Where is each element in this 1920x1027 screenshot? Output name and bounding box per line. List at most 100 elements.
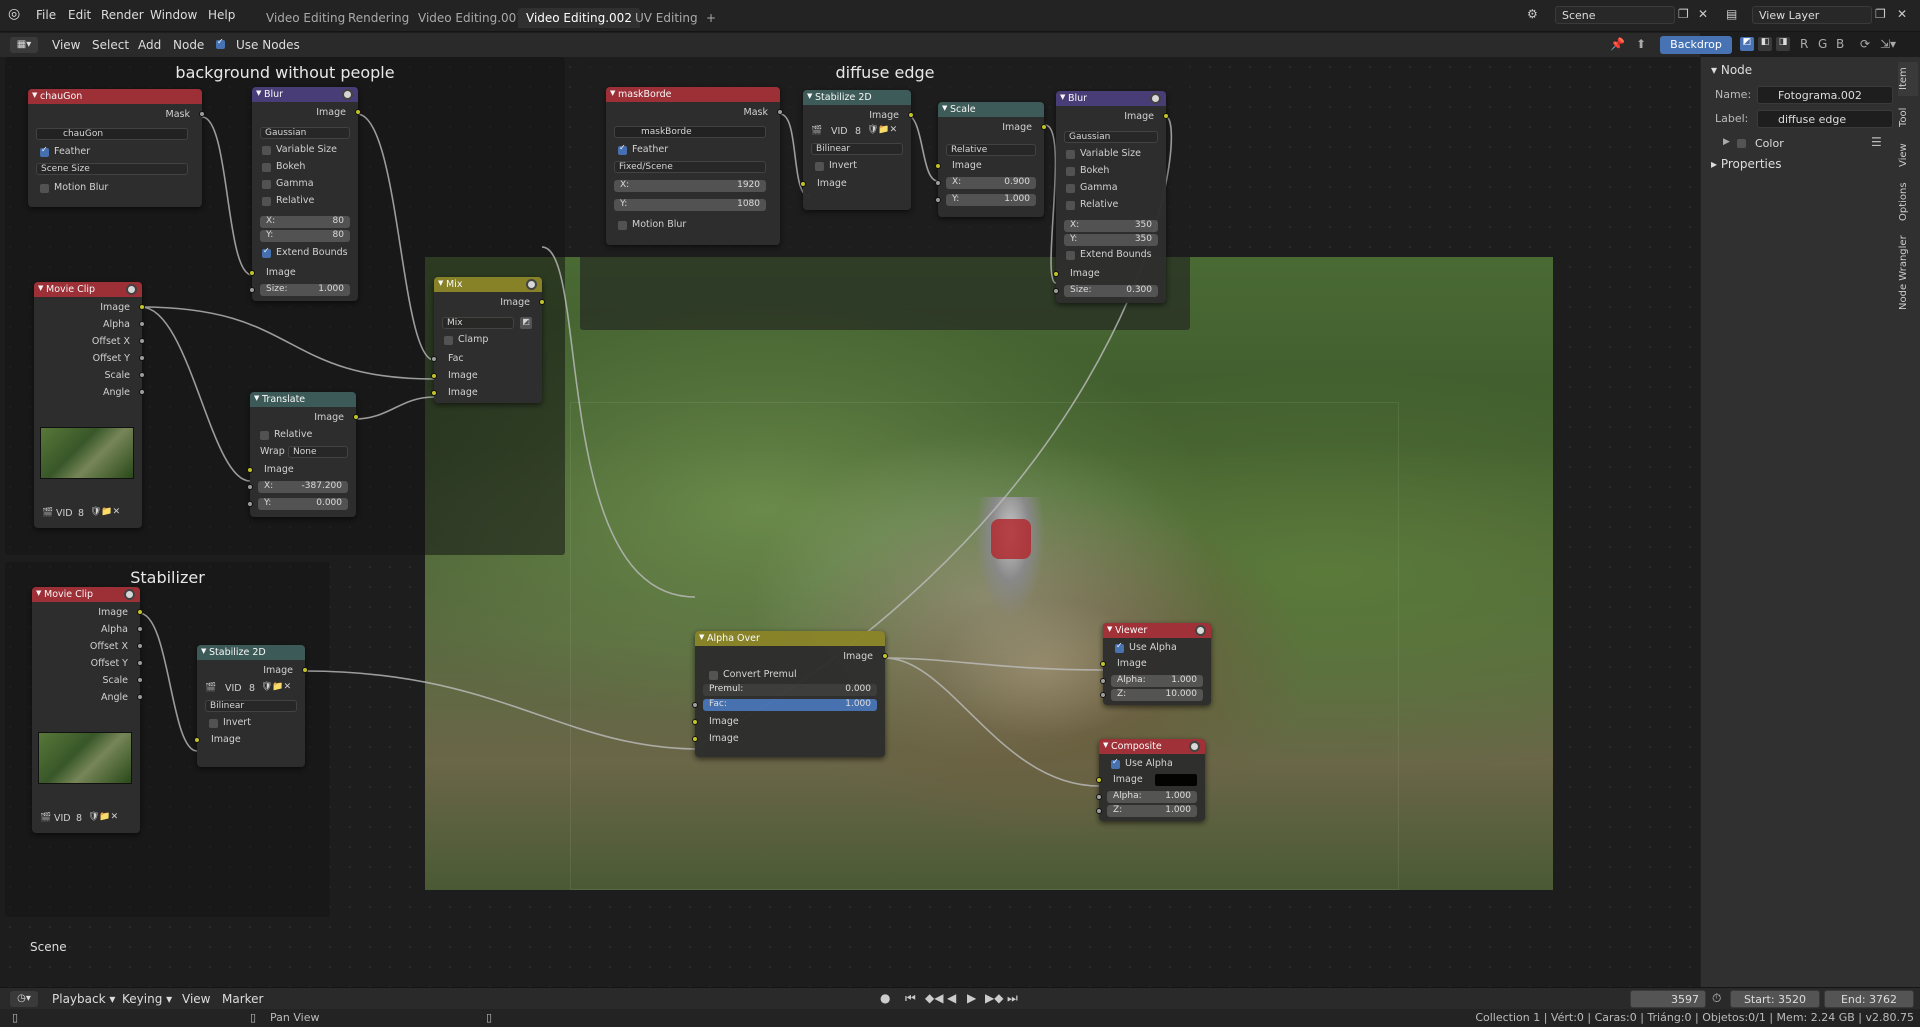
filter-type-dropdown[interactable]: Gaussian xyxy=(1064,131,1158,143)
backdrop-fit-icon[interactable]: ⟳ xyxy=(1860,37,1870,51)
channel-b-button[interactable]: B xyxy=(1836,37,1844,51)
variable-size-checkbox[interactable] xyxy=(262,146,271,155)
relative-checkbox[interactable] xyxy=(262,197,271,206)
tab-uv-editing[interactable]: UV Editing xyxy=(627,8,706,28)
translate-y-field[interactable]: Y: 0.000 xyxy=(258,498,348,510)
jump-start-icon[interactable]: ⏮ xyxy=(905,991,916,1006)
menu-timeline-view[interactable]: View xyxy=(182,992,210,1006)
alpha-field[interactable]: Alpha: 1.000 xyxy=(1107,791,1197,803)
output-scale-socket[interactable] xyxy=(137,677,143,683)
node-preview-icon[interactable] xyxy=(1189,741,1200,752)
output-image-socket[interactable] xyxy=(539,299,545,305)
invert-checkbox[interactable] xyxy=(815,162,824,171)
scale-y-field[interactable]: Y: 1.000 xyxy=(946,194,1036,206)
input-size-socket[interactable] xyxy=(1053,288,1059,294)
clip-name[interactable]: VID xyxy=(831,126,848,137)
input-x-socket[interactable] xyxy=(935,180,941,186)
backdrop-alpha-icon[interactable]: ◨ xyxy=(1776,37,1790,51)
input-image-socket[interactable] xyxy=(800,181,806,187)
input-image-socket[interactable] xyxy=(247,467,253,473)
clip-name[interactable]: VID xyxy=(225,683,242,694)
size-source-dropdown[interactable]: Scene Size xyxy=(36,163,188,175)
invert-checkbox[interactable] xyxy=(209,719,218,728)
gamma-checkbox[interactable] xyxy=(1066,184,1075,193)
tab-rendering[interactable]: Rendering xyxy=(340,8,417,28)
output-image-socket[interactable] xyxy=(137,609,143,615)
record-icon[interactable]: ● xyxy=(880,991,890,1005)
mask-x-field[interactable]: X: 1920 xyxy=(614,180,766,192)
motion-blur-checkbox[interactable] xyxy=(618,221,627,230)
delete-scene-icon[interactable]: ✕ xyxy=(1698,7,1708,21)
sidebar-tab-item[interactable]: Item xyxy=(1898,62,1918,96)
output-image-socket[interactable] xyxy=(1041,124,1047,130)
clip-icon[interactable]: 🎬 xyxy=(40,813,51,823)
clamp-checkbox[interactable] xyxy=(444,336,453,345)
extend-bounds-checkbox[interactable] xyxy=(1066,251,1075,260)
jump-end-icon[interactable]: ⏭ xyxy=(1007,991,1018,1006)
node-movie-clip-2[interactable]: ▼ Movie Clip Image Alpha Offset X Offset … xyxy=(32,587,143,833)
snapping-icon[interactable]: ⇲▾ xyxy=(1880,37,1896,51)
node-translate[interactable]: ▼ Translate Image Relative Wrap None Imag… xyxy=(247,392,359,517)
next-keyframe-icon[interactable]: ▶◆ xyxy=(985,991,1003,1005)
node-header[interactable]: ▼ maskBorde xyxy=(606,87,780,102)
input-z-socket[interactable] xyxy=(1096,808,1102,814)
node-composite[interactable]: ▼Composite Use Alpha Image Alpha: 1.000 Z… xyxy=(1096,739,1205,821)
pin-icon[interactable]: 📌 xyxy=(1610,37,1625,51)
menu-playback[interactable]: Playback ▾ xyxy=(52,992,115,1006)
node-header[interactable]: ▼ Alpha Over xyxy=(695,631,885,646)
variable-size-checkbox[interactable] xyxy=(1066,150,1075,159)
blur-y-field[interactable]: Y: 80 xyxy=(260,230,350,242)
output-image-socket[interactable] xyxy=(139,304,145,310)
feather-checkbox[interactable] xyxy=(40,145,49,157)
filter-type-dropdown[interactable]: Gaussian xyxy=(260,127,350,139)
input-fac-socket[interactable] xyxy=(692,702,698,708)
node-viewer[interactable]: ▼Viewer Use Alpha Image Alpha: 1.000 Z: 10… xyxy=(1100,623,1211,705)
output-image-socket[interactable] xyxy=(908,112,914,118)
use-alpha-icon[interactable]: ◩ xyxy=(520,317,532,329)
menu-select[interactable]: Select xyxy=(92,38,129,52)
bokeh-checkbox[interactable] xyxy=(262,163,271,172)
mask-datablock-field[interactable]: chauGon xyxy=(36,128,188,140)
use-nodes-checkbox[interactable] xyxy=(216,37,225,49)
channel-g-button[interactable]: G xyxy=(1818,37,1827,51)
output-mask-socket[interactable] xyxy=(199,111,205,117)
input-y-socket[interactable] xyxy=(247,501,253,507)
convert-premul-checkbox[interactable] xyxy=(709,671,718,680)
node-mix[interactable]: ▼ Mix Image Mix ◩ Clamp Fac Image Image xyxy=(431,277,545,403)
mask-y-field[interactable]: Y: 1080 xyxy=(614,199,766,211)
clip-name[interactable]: VID xyxy=(56,508,73,519)
current-frame-field[interactable]: 3597 xyxy=(1630,990,1706,1008)
node-blur-1[interactable]: ▼ Blur Image Gaussian Variable Size Bokeh… xyxy=(249,87,361,301)
input-image-2-socket[interactable] xyxy=(692,736,698,742)
add-workspace-button[interactable]: + xyxy=(698,8,724,28)
node-chaugon-mask[interactable]: ▼chauGon Mask chauGon Feather Scene Size… xyxy=(28,89,205,207)
view-layer-field[interactable]: View Layer xyxy=(1752,6,1872,24)
output-image-socket[interactable] xyxy=(882,653,888,659)
node-header[interactable]: ▼ Mix xyxy=(434,277,542,292)
clip-icon[interactable]: 🎬 xyxy=(205,683,216,693)
node-stabilize-2d-2[interactable]: ▼ Stabilize 2D Image 🎬 VID 8 🛡📁✕ Bilinear… xyxy=(194,645,308,767)
gamma-checkbox[interactable] xyxy=(262,180,271,189)
node-header[interactable]: ▼ chauGon xyxy=(28,89,202,104)
input-image-2-socket[interactable] xyxy=(431,390,437,396)
output-mask-socket[interactable] xyxy=(777,109,783,115)
fake-user-icon[interactable]: 🛡📁✕ xyxy=(90,507,120,517)
color-presets-icon[interactable]: ☰ xyxy=(1871,135,1882,149)
output-alpha-socket[interactable] xyxy=(137,626,143,632)
use-alpha-checkbox[interactable] xyxy=(1115,641,1124,653)
input-image-1-socket[interactable] xyxy=(431,373,437,379)
clip-icon[interactable]: 🎬 xyxy=(811,126,822,136)
color-checkbox[interactable] xyxy=(1737,139,1746,148)
input-fac-socket[interactable] xyxy=(431,356,437,362)
input-image-socket[interactable] xyxy=(1100,661,1106,667)
alpha-field[interactable]: Alpha: 1.000 xyxy=(1111,675,1203,687)
node-alpha-over[interactable]: ▼ Alpha Over Image Convert Premul Premul:… xyxy=(692,631,888,757)
node-header[interactable]: ▼ Blur xyxy=(252,87,358,102)
delete-view-layer-icon[interactable]: ✕ xyxy=(1897,7,1907,21)
menu-view[interactable]: View xyxy=(52,38,80,52)
blur-y-field[interactable]: Y: 350 xyxy=(1064,234,1158,246)
input-z-socket[interactable] xyxy=(1100,692,1106,698)
timeline-editor-type-icon[interactable]: ◷▾ xyxy=(10,991,38,1007)
translate-x-field[interactable]: X: -387.200 xyxy=(258,481,348,493)
sidebar-tab-tool[interactable]: Tool xyxy=(1898,100,1918,134)
